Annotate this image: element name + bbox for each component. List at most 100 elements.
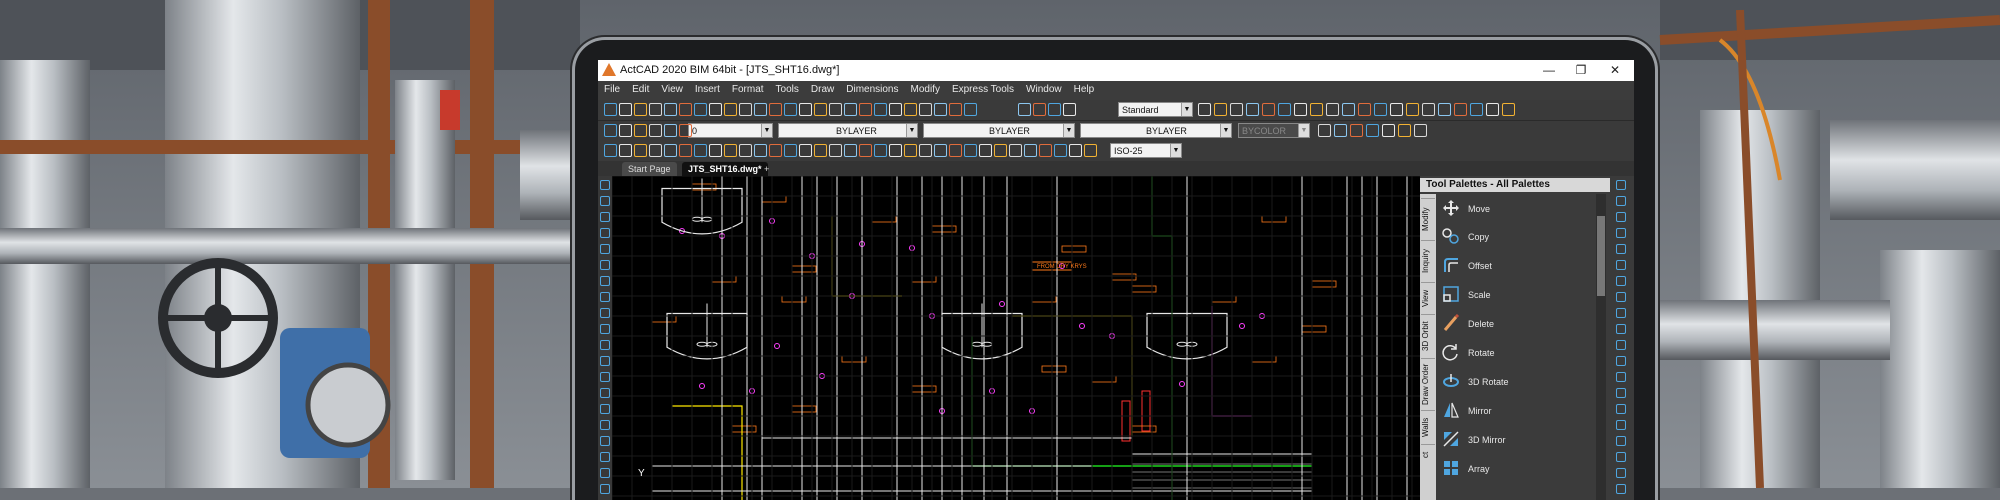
toolbar-tool-icon[interactable] [1334, 124, 1347, 137]
toolbar-tool-icon[interactable] [799, 103, 812, 116]
menu-window[interactable]: Window [1020, 81, 1068, 98]
modify-tool-icon[interactable] [1616, 468, 1626, 478]
toolbar-tool-icon[interactable] [1246, 103, 1259, 116]
toolbar-tool-icon[interactable] [1214, 103, 1227, 116]
toolbar-tool-icon[interactable] [949, 103, 962, 116]
palette-item-delete[interactable]: Delete [1442, 311, 1592, 337]
toolbar-tool-icon[interactable] [934, 103, 947, 116]
toolbar-tool-icon[interactable] [739, 144, 752, 157]
layer-select[interactable]: 0 ▼ [688, 123, 773, 138]
plot-style-select[interactable]: BYCOLOR ▼ [1238, 123, 1310, 138]
menu-edit[interactable]: Edit [626, 81, 655, 98]
toolbar-tool-icon[interactable] [964, 144, 977, 157]
toolbar-tool-icon[interactable] [844, 103, 857, 116]
toolbar-tool-icon[interactable] [1024, 144, 1037, 157]
toolbar-tool-icon[interactable] [904, 103, 917, 116]
toolbar-tool-icon[interactable] [634, 144, 647, 157]
toolbar-tool-icon[interactable] [994, 144, 1007, 157]
toolbar-tool-icon[interactable] [754, 103, 767, 116]
modify-tool-icon[interactable] [1616, 340, 1626, 350]
toolbar-tool-icon[interactable] [784, 144, 797, 157]
toolbar-tool-icon[interactable] [859, 144, 872, 157]
modify-tool-icon[interactable] [1616, 228, 1626, 238]
toolbar-tool-icon[interactable] [619, 124, 632, 137]
toolbar-tool-icon[interactable] [1414, 124, 1427, 137]
toolbar-tool-icon[interactable] [784, 103, 797, 116]
toolbar-tool-icon[interactable] [1342, 103, 1355, 116]
toolbar-tool-icon[interactable] [619, 103, 632, 116]
text-style-select[interactable]: Standard ▼ [1118, 102, 1193, 117]
toolbar-tool-icon[interactable] [1382, 124, 1395, 137]
modify-tool-icon[interactable] [1616, 324, 1626, 334]
toolbar-tool-icon[interactable] [1063, 103, 1076, 116]
modify-tool-icon[interactable] [1616, 308, 1626, 318]
modify-tool-icon[interactable] [1616, 404, 1626, 414]
modify-tool-icon[interactable] [1616, 244, 1626, 254]
toolbar-tool-icon[interactable] [739, 103, 752, 116]
draw-tool-icon[interactable] [600, 484, 610, 494]
palette-item-3d-rotate[interactable]: 3D Rotate [1442, 369, 1592, 395]
menu-modify[interactable]: Modify [905, 81, 946, 98]
toolbar-tool-icon[interactable] [859, 103, 872, 116]
palette-item-mirror[interactable]: Mirror [1442, 398, 1592, 424]
toolbar-tool-icon[interactable] [754, 144, 767, 157]
modify-tool-icon[interactable] [1616, 436, 1626, 446]
toolbar-tool-icon[interactable] [979, 144, 992, 157]
toolbar-tool-icon[interactable] [934, 144, 947, 157]
palette-tab-inquiry[interactable]: Inquiry [1421, 240, 1435, 281]
toolbar-tool-icon[interactable] [1374, 103, 1387, 116]
modify-tool-icon[interactable] [1616, 452, 1626, 462]
toolbar-tool-icon[interactable] [1398, 124, 1411, 137]
modify-tool-icon[interactable] [1616, 196, 1626, 206]
draw-tool-icon[interactable] [600, 404, 610, 414]
toolbar-tool-icon[interactable] [949, 144, 962, 157]
toolbar-tool-icon[interactable] [799, 144, 812, 157]
toolbar-tool-icon[interactable] [1310, 103, 1323, 116]
toolbar-tool-icon[interactable] [874, 144, 887, 157]
toolbar-tool-icon[interactable] [1262, 103, 1275, 116]
modify-tool-icon[interactable] [1616, 276, 1626, 286]
draw-tool-icon[interactable] [600, 180, 610, 190]
toolbar-tool-icon[interactable] [1294, 103, 1307, 116]
draw-tool-icon[interactable] [600, 340, 610, 350]
toolbar-tool-icon[interactable] [829, 144, 842, 157]
toolbar-tool-icon[interactable] [604, 124, 617, 137]
linetype-select[interactable]: BYLAYER ▼ [923, 123, 1075, 138]
menu-dimensions[interactable]: Dimensions [840, 81, 904, 98]
modify-tool-icon[interactable] [1616, 356, 1626, 366]
draw-tool-icon[interactable] [600, 452, 610, 462]
toolbar-tool-icon[interactable] [1366, 124, 1379, 137]
toolbar-tool-icon[interactable] [1326, 103, 1339, 116]
toolbar-tool-icon[interactable] [724, 103, 737, 116]
toolbar-tool-icon[interactable] [1084, 144, 1097, 157]
palette-tab-more[interactable]: ct [1421, 444, 1435, 465]
draw-tool-icon[interactable] [600, 356, 610, 366]
toolbar-tool-icon[interactable] [1390, 103, 1403, 116]
draw-tool-icon[interactable] [600, 308, 610, 318]
palette-item-array[interactable]: Array [1442, 456, 1592, 482]
menu-format[interactable]: Format [726, 81, 770, 98]
minimize-button[interactable]: — [1534, 62, 1564, 79]
tab-start-page[interactable]: Start Page [622, 162, 677, 176]
palette-item-3d-mirror[interactable]: 3D Mirror [1442, 427, 1592, 453]
draw-tool-icon[interactable] [600, 276, 610, 286]
draw-tool-icon[interactable] [600, 324, 610, 334]
toolbar-tool-icon[interactable] [919, 103, 932, 116]
menu-insert[interactable]: Insert [689, 81, 726, 98]
modify-tool-icon[interactable] [1616, 180, 1626, 190]
draw-tool-icon[interactable] [600, 196, 610, 206]
toolbar-tool-icon[interactable] [769, 103, 782, 116]
modify-tool-icon[interactable] [1616, 260, 1626, 270]
draw-tool-icon[interactable] [600, 420, 610, 430]
palette-item-move[interactable]: Move [1442, 196, 1592, 222]
palette-item-copy[interactable]: Copy [1442, 224, 1592, 250]
toolbar-tool-icon[interactable] [1278, 103, 1291, 116]
toolbar-tool-icon[interactable] [919, 144, 932, 157]
toolbar-tool-icon[interactable] [1502, 103, 1515, 116]
toolbar-tool-icon[interactable] [1350, 124, 1363, 137]
toolbar-tool-icon[interactable] [679, 124, 692, 137]
toolbar-tool-icon[interactable] [1422, 103, 1435, 116]
draw-tool-icon[interactable] [600, 372, 610, 382]
toolbar-tool-icon[interactable] [1033, 103, 1046, 116]
modify-tool-icon[interactable] [1616, 484, 1626, 494]
